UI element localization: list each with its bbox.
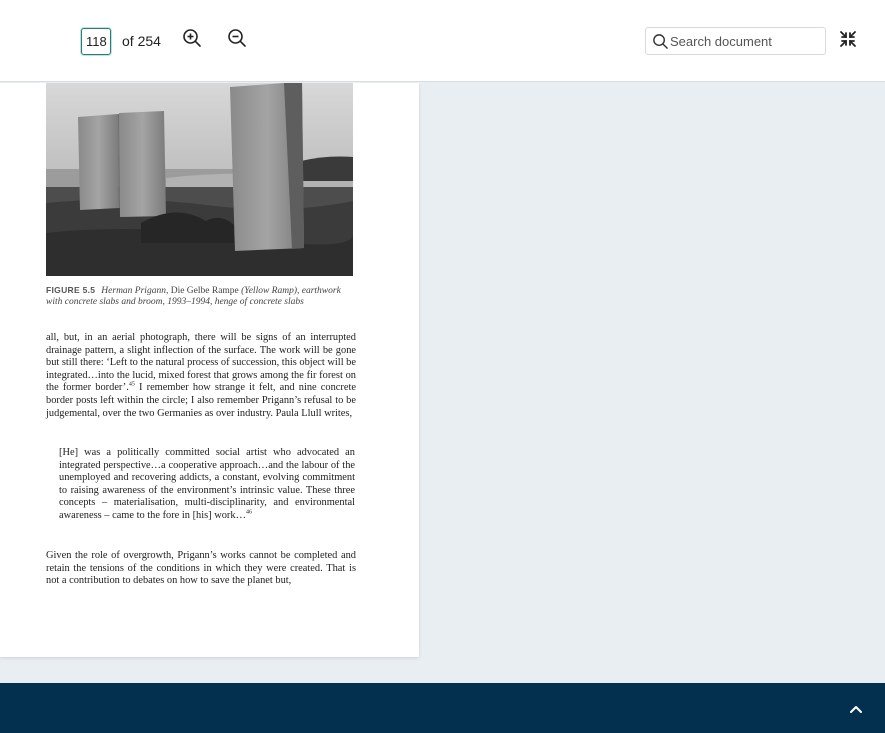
paragraph-2: Given the role of overgrowth, Prigann’s … bbox=[46, 550, 356, 587]
search-icon bbox=[653, 34, 668, 49]
zoom-out-icon bbox=[228, 29, 246, 47]
block-quote-text: [He] was a politically committed social … bbox=[59, 447, 355, 521]
exit-fullscreen-button[interactable] bbox=[837, 28, 859, 50]
zoom-in-button[interactable] bbox=[181, 27, 203, 49]
figure-caption-title: Die Gelbe Rampe bbox=[170, 286, 239, 296]
zoom-in-icon bbox=[183, 29, 201, 47]
figure-photo bbox=[46, 83, 353, 276]
document-viewer[interactable]: FIGURE 5.5 Herman Prigann, Die Gelbe Ramp… bbox=[0, 83, 885, 674]
chevron-up-icon bbox=[850, 706, 862, 713]
block-quote: [He] was a politically committed social … bbox=[59, 447, 355, 523]
page-number-input[interactable] bbox=[81, 28, 111, 55]
collapse-icon bbox=[840, 31, 856, 47]
site-footer bbox=[0, 683, 885, 733]
zoom-out-button[interactable] bbox=[226, 27, 248, 49]
search-box bbox=[645, 27, 826, 55]
figure-label: FIGURE 5.5 bbox=[46, 285, 96, 295]
figure-caption: FIGURE 5.5 Herman Prigann, Die Gelbe Ramp… bbox=[46, 285, 356, 308]
search-input[interactable] bbox=[670, 31, 822, 51]
document-page: FIGURE 5.5 Herman Prigann, Die Gelbe Ramp… bbox=[0, 83, 419, 657]
footnote-marker-46: 46 bbox=[245, 509, 252, 516]
figure-caption-italic-1: Herman Prigann, bbox=[101, 286, 171, 296]
paragraph-1: all, but, in an aerial photograph, there… bbox=[46, 332, 356, 420]
scroll-to-top-button[interactable] bbox=[846, 701, 866, 717]
photo-concrete-slabs bbox=[46, 83, 353, 276]
viewer-toolbar: of 254 bbox=[0, 0, 885, 82]
page-count-label: of 254 bbox=[122, 33, 161, 49]
